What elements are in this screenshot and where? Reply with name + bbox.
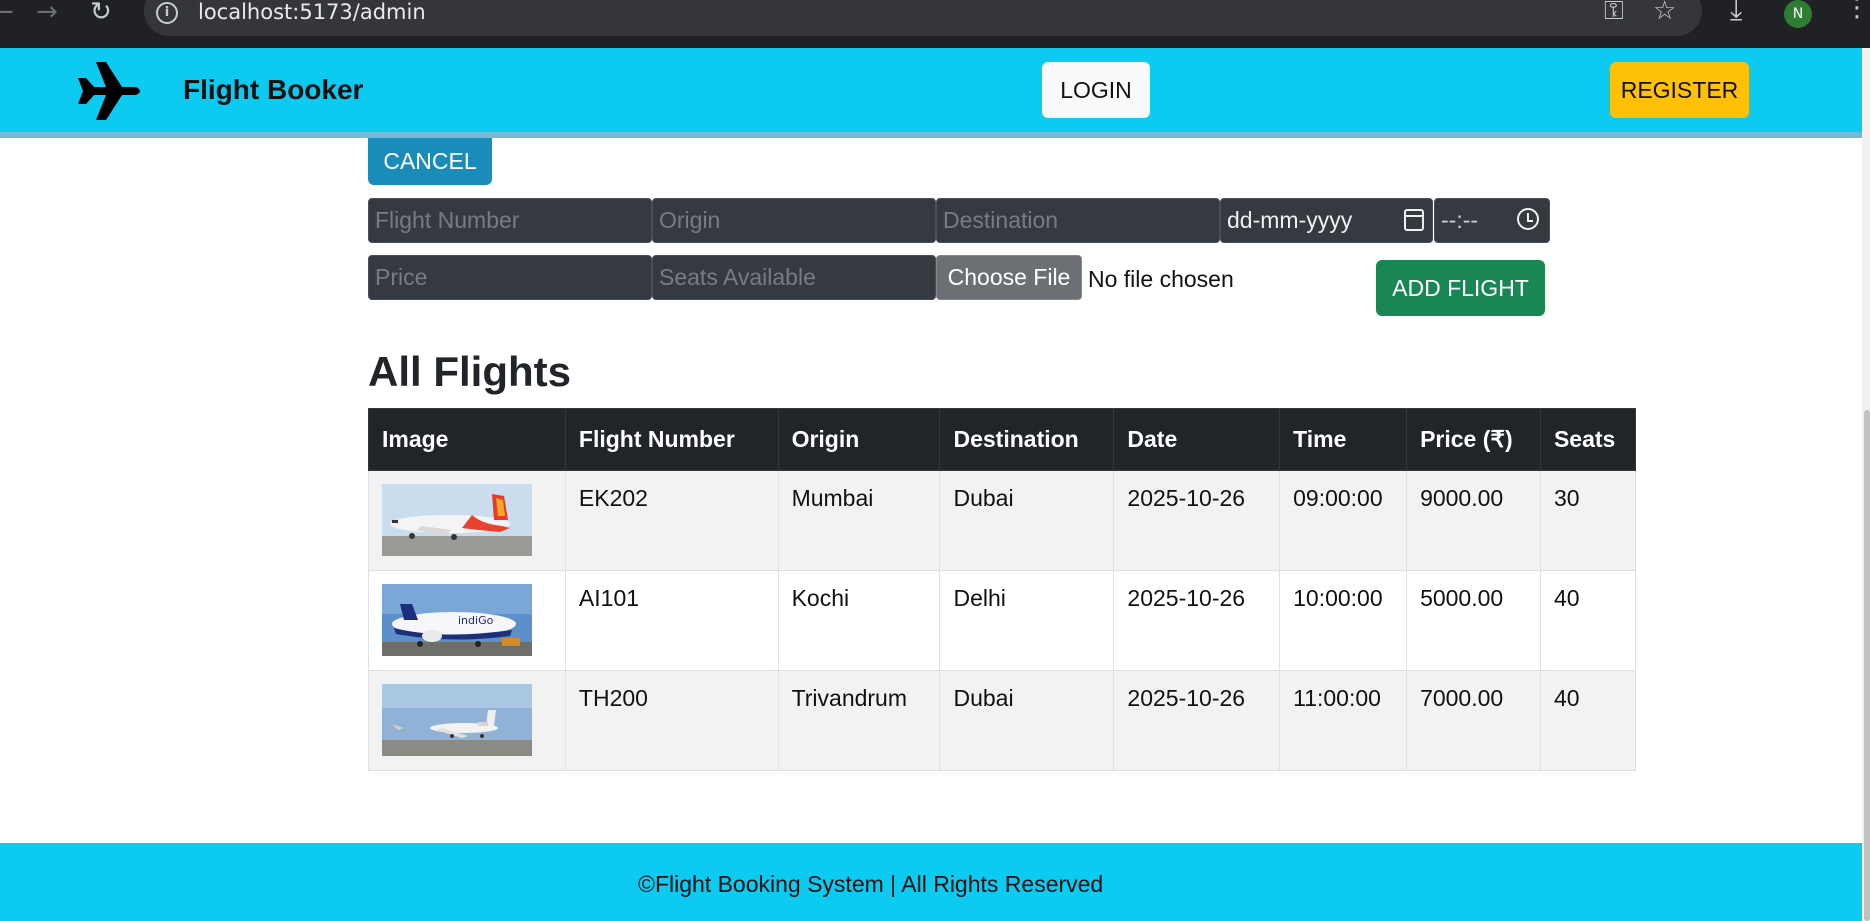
date-cell: 2025-10-26 (1113, 470, 1281, 571)
seats-cell: 40 (1539, 670, 1637, 771)
price-input[interactable] (368, 255, 652, 300)
price-cell: 5000.00 (1406, 570, 1541, 671)
destination-cell: Delhi (939, 570, 1115, 671)
time-cell: 10:00:00 (1279, 570, 1408, 671)
flights-table: Image Flight Number Origin Destination D… (368, 408, 1637, 771)
destination-cell: Dubai (939, 670, 1115, 771)
seats-cell: 30 (1539, 470, 1637, 571)
svg-text:indiGo: indiGo (458, 614, 494, 627)
time-input-value: --:-- (1441, 207, 1479, 233)
table-row: EK202 Mumbai Dubai 2025-10-26 09:00:00 9… (368, 470, 1637, 571)
destination-input[interactable] (936, 198, 1220, 243)
seats-cell: 40 (1539, 570, 1637, 671)
back-icon[interactable]: ← (0, 0, 14, 26)
date-input[interactable]: dd-mm-yyyy (1220, 198, 1433, 243)
date-cell: 2025-10-26 (1113, 570, 1281, 671)
image-cell (368, 470, 566, 571)
calendar-icon[interactable] (1404, 209, 1424, 231)
column-header: Flight Number (564, 408, 779, 471)
brand-title[interactable]: Flight Booker (183, 74, 363, 106)
bookmark-star-icon[interactable]: ☆ (1653, 0, 1676, 25)
table-row: indiGo AI101 Kochi Delhi 2025-10-26 10:0… (368, 570, 1637, 671)
time-input[interactable]: --:-- (1434, 198, 1550, 243)
indigo-plane-image: indiGo (382, 584, 532, 656)
clock-icon[interactable] (1517, 208, 1539, 230)
column-header: Price (₹) (1406, 408, 1541, 471)
flight-number-cell: TH200 (564, 670, 779, 771)
column-header: Image (368, 408, 566, 471)
add-flight-button[interactable]: ADD FLIGHT (1376, 260, 1545, 316)
address-bar[interactable]: i localhost:5173/admin (144, 0, 1702, 36)
time-cell: 11:00:00 (1279, 670, 1408, 771)
browser-toolbar: ← → ↻ i localhost:5173/admin ⚿ ☆ ⤓ N ⋮ (0, 0, 1870, 48)
column-header: Time (1279, 408, 1408, 471)
url-text[interactable]: localhost:5173/admin (198, 0, 426, 24)
image-cell (368, 670, 566, 771)
price-cell: 7000.00 (1406, 670, 1541, 771)
browser-menu-icon[interactable]: ⋮ (1844, 0, 1870, 22)
destination-cell: Dubai (939, 470, 1115, 571)
profile-avatar[interactable]: N (1784, 0, 1812, 28)
seats-available-input[interactable] (652, 255, 936, 300)
date-input-value: dd-mm-yyyy (1227, 207, 1353, 233)
origin-input[interactable] (652, 198, 936, 243)
register-button[interactable]: REGISTER (1610, 62, 1749, 118)
image-cell: indiGo (368, 570, 566, 671)
flight-number-cell: AI101 (564, 570, 779, 671)
file-status-text: No file chosen (1088, 266, 1234, 292)
login-button[interactable]: LOGIN (1042, 62, 1150, 118)
origin-cell: Trivandrum (777, 670, 941, 771)
flight-number-input[interactable] (368, 198, 652, 243)
origin-cell: Mumbai (777, 470, 941, 571)
navbar-shadow (0, 132, 1862, 138)
date-cell: 2025-10-26 (1113, 670, 1281, 771)
site-info-icon[interactable]: i (156, 2, 178, 24)
cancel-button[interactable]: CANCEL (368, 138, 492, 185)
air-india-express-plane-image (382, 484, 532, 556)
private-jet-image (382, 684, 532, 756)
page-title: All Flights (368, 348, 571, 395)
column-header: Date (1113, 408, 1281, 471)
column-header: Seats (1539, 408, 1637, 471)
reload-icon[interactable]: ↻ (90, 0, 112, 26)
choose-file-button[interactable]: Choose File (936, 255, 1082, 300)
download-icon[interactable]: ⤓ (1730, 0, 1742, 24)
table-row: TH200 Trivandrum Dubai 2025-10-26 11:00:… (368, 670, 1637, 771)
airplane-logo-icon[interactable] (72, 60, 144, 122)
price-cell: 9000.00 (1406, 470, 1541, 571)
navbar: Flight Booker LOGIN REGISTER (0, 48, 1862, 138)
flight-number-cell: EK202 (564, 470, 779, 571)
column-header: Destination (939, 408, 1115, 471)
page-viewport: Flight Booker LOGIN REGISTER CANCEL dd-m… (0, 48, 1862, 921)
footer-copyright: ©Flight Booking System | All Rights Rese… (638, 871, 1104, 897)
column-header: Origin (777, 408, 941, 471)
forward-icon[interactable]: → (36, 0, 58, 26)
footer: ©Flight Booking System | All Rights Rese… (0, 843, 1862, 921)
time-cell: 09:00:00 (1279, 470, 1408, 571)
password-key-icon[interactable]: ⚿ (1604, 0, 1624, 25)
table-header-row: Image Flight Number Origin Destination D… (368, 408, 1637, 471)
origin-cell: Kochi (777, 570, 941, 671)
scrollbar-thumb[interactable] (1864, 410, 1870, 921)
